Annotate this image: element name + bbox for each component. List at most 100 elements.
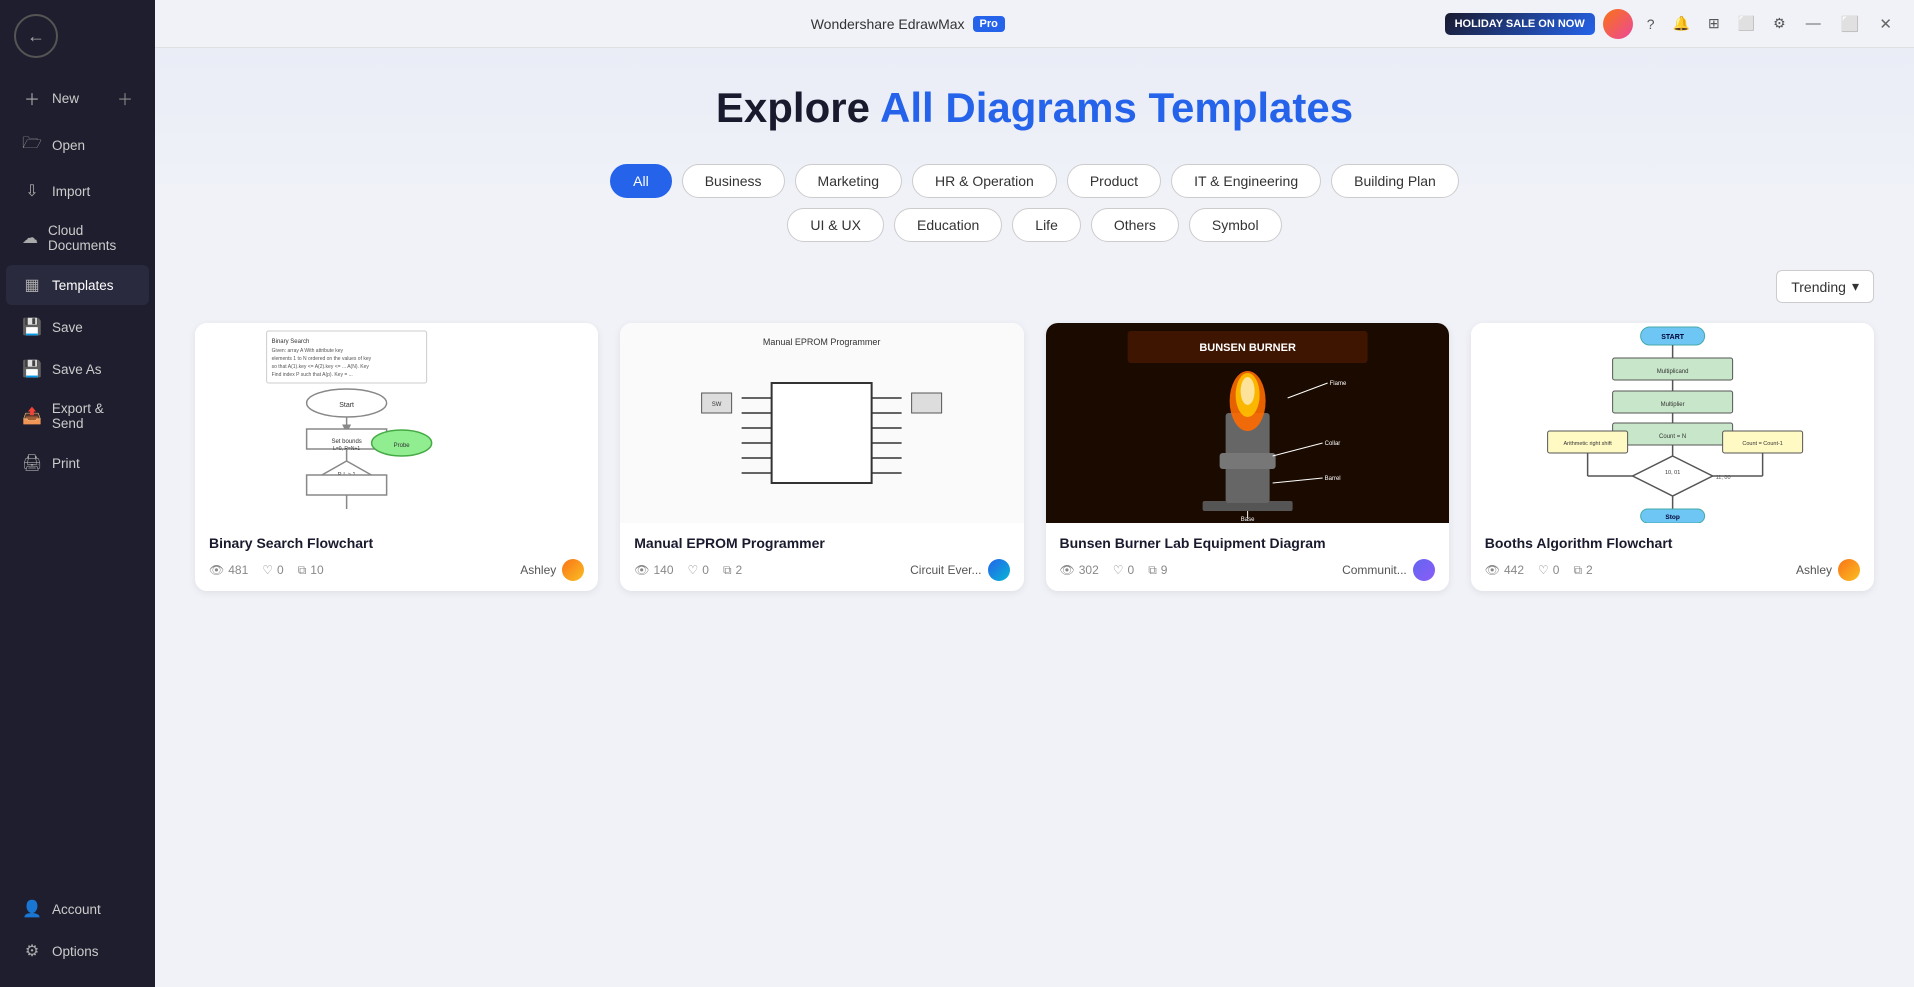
filter-building[interactable]: Building Plan xyxy=(1331,164,1459,198)
sidebar-item-import[interactable]: ⇩ Import xyxy=(6,171,149,211)
svg-text:Given: array A With attribute: Given: array A With attribute key xyxy=(272,348,344,354)
save-icon: 💾 xyxy=(22,317,42,337)
card-meta: 👁 442 ♡ 0 ⧉ 2 Ashley xyxy=(1485,559,1860,581)
sidebar: ← ＋ New ＋ 🗁 Open ⇩ Import ☁ Cloud Docume… xyxy=(0,0,155,987)
settings-icon[interactable]: ⚙ xyxy=(1767,11,1792,36)
import-icon: ⇩ xyxy=(22,181,42,201)
sidebar-item-label: Cloud Documents xyxy=(48,223,133,253)
minimize-button[interactable]: — xyxy=(1800,11,1827,36)
author-section: Ashley xyxy=(1796,559,1860,581)
svg-text:Multiplier: Multiplier xyxy=(1660,402,1684,408)
sidebar-item-label: Account xyxy=(52,902,101,917)
titlebar-right: HOLIDAY SALE ON NOW ? 🔔 ⊞ ⬜ ⚙ — ⬜ ✕ xyxy=(1445,9,1898,39)
eye-icon: 👁 xyxy=(634,563,649,577)
svg-text:Collar: Collar xyxy=(1324,441,1340,447)
author-section: Ashley xyxy=(520,559,584,581)
filter-business[interactable]: Business xyxy=(682,164,785,198)
bell-icon[interactable]: 🔔 xyxy=(1667,11,1696,36)
sidebar-item-new[interactable]: ＋ New ＋ xyxy=(6,76,149,120)
likes: ♡ 0 xyxy=(688,563,709,577)
view-count: 481 xyxy=(228,563,248,577)
likes: ♡ 0 xyxy=(1113,563,1134,577)
sidebar-item-print[interactable]: 🖨 Print xyxy=(6,443,149,483)
sidebar-item-saveas[interactable]: 💾 Save As xyxy=(6,349,149,389)
card-meta: 👁 481 ♡ 0 ⧉ 10 Ashley xyxy=(209,559,584,581)
chevron-down-icon: ▾ xyxy=(1852,278,1859,295)
card-title: Binary Search Flowchart xyxy=(209,535,584,551)
svg-text:Manual EPROM Programmer: Manual EPROM Programmer xyxy=(763,337,881,347)
card-thumbnail: BUNSEN BURNER Flame xyxy=(1046,323,1449,523)
titlebar-icons: ? 🔔 ⊞ ⬜ ⚙ xyxy=(1641,11,1792,36)
filter-row-1: All Business Marketing HR & Operation Pr… xyxy=(195,164,1874,198)
author-avatar xyxy=(1838,559,1860,581)
card-booths[interactable]: START Multiplicand Multiplier xyxy=(1471,323,1874,591)
sidebar-item-label: New xyxy=(52,91,79,106)
filter-it[interactable]: IT & Engineering xyxy=(1171,164,1321,198)
sidebar-item-label: Print xyxy=(52,456,80,471)
svg-text:so that A(1).key <= A(2).key <: so that A(1).key <= A(2).key <= ... A(N)… xyxy=(272,364,370,370)
sidebar-item-cloud[interactable]: ☁ Cloud Documents xyxy=(6,213,149,263)
card-bunsen[interactable]: BUNSEN BURNER Flame xyxy=(1046,323,1449,591)
copies: ⧉ 9 xyxy=(1148,563,1167,578)
svg-text:Start: Start xyxy=(339,402,354,409)
sidebar-item-account[interactable]: 👤 Account xyxy=(6,889,149,929)
filter-others[interactable]: Others xyxy=(1091,208,1179,242)
filter-product[interactable]: Product xyxy=(1067,164,1161,198)
svg-text:Base: Base xyxy=(1240,517,1254,523)
close-button[interactable]: ✕ xyxy=(1873,11,1898,37)
eye-icon: 👁 xyxy=(1485,563,1500,577)
help-icon[interactable]: ? xyxy=(1641,12,1661,36)
sidebar-item-label: Import xyxy=(52,184,90,199)
new-icon: ＋ xyxy=(22,86,42,110)
filter-ui[interactable]: UI & UX xyxy=(787,208,884,242)
views: 👁 481 xyxy=(209,563,248,577)
like-count: 0 xyxy=(1553,563,1560,577)
sort-label: Trending xyxy=(1791,279,1846,295)
filter-marketing[interactable]: Marketing xyxy=(795,164,902,198)
view-count: 140 xyxy=(653,563,673,577)
card-thumbnail: Binary Search Given: array A With attrib… xyxy=(195,323,598,523)
page-title-highlight: All Diagrams Templates xyxy=(880,84,1353,131)
card-title: Bunsen Burner Lab Equipment Diagram xyxy=(1060,535,1435,551)
card-eprom[interactable]: Manual EPROM Programmer xyxy=(620,323,1023,591)
like-count: 0 xyxy=(277,563,284,577)
card-body: Binary Search Flowchart 👁 481 ♡ 0 ⧉ 10 xyxy=(195,523,598,591)
sidebar-item-open[interactable]: 🗁 Open xyxy=(6,122,149,169)
sidebar-nav: ＋ New ＋ 🗁 Open ⇩ Import ☁ Cloud Document… xyxy=(0,72,155,881)
svg-text:Count = Count-1: Count = Count-1 xyxy=(1742,441,1783,447)
eye-icon: 👁 xyxy=(209,563,224,577)
card-meta: 👁 302 ♡ 0 ⧉ 9 Communit... xyxy=(1060,559,1435,581)
filter-all[interactable]: All xyxy=(610,164,672,198)
sort-dropdown[interactable]: Trending ▾ xyxy=(1776,270,1874,303)
copy-count: 2 xyxy=(736,563,743,577)
svg-text:Count = N: Count = N xyxy=(1659,434,1686,440)
holiday-sale-button[interactable]: HOLIDAY SALE ON NOW xyxy=(1445,13,1595,35)
view-count: 302 xyxy=(1079,563,1099,577)
svg-text:START: START xyxy=(1661,334,1685,341)
filter-life[interactable]: Life xyxy=(1012,208,1081,242)
maximize-button[interactable]: ⬜ xyxy=(1835,11,1866,37)
saveas-icon: 💾 xyxy=(22,359,42,379)
avatar[interactable] xyxy=(1603,9,1633,39)
filter-symbol[interactable]: Symbol xyxy=(1189,208,1282,242)
sidebar-item-options[interactable]: ⚙ Options xyxy=(6,931,149,971)
sort-row: Trending ▾ xyxy=(195,270,1874,303)
sidebar-item-templates[interactable]: ▦ Templates xyxy=(6,265,149,305)
grid-icon[interactable]: ⊞ xyxy=(1702,11,1726,36)
sidebar-item-save[interactable]: 💾 Save xyxy=(6,307,149,347)
filter-education[interactable]: Education xyxy=(894,208,1002,242)
heart-icon: ♡ xyxy=(1113,563,1124,577)
page-title-plain: Explore xyxy=(716,84,880,131)
card-binary-search[interactable]: Binary Search Given: array A With attrib… xyxy=(195,323,598,591)
back-button[interactable]: ← xyxy=(14,14,58,58)
open-icon: 🗁 xyxy=(22,132,42,159)
author-avatar xyxy=(988,559,1010,581)
plus-icon: ＋ xyxy=(117,86,133,110)
box-icon[interactable]: ⬜ xyxy=(1732,11,1761,36)
main-content: Wondershare EdrawMax Pro HOLIDAY SALE ON… xyxy=(155,0,1914,987)
sidebar-item-label: Options xyxy=(52,944,99,959)
sidebar-item-export[interactable]: 📤 Export & Send xyxy=(6,391,149,441)
pro-badge: Pro xyxy=(973,16,1005,32)
filter-hr[interactable]: HR & Operation xyxy=(912,164,1057,198)
cloud-icon: ☁ xyxy=(22,228,38,248)
